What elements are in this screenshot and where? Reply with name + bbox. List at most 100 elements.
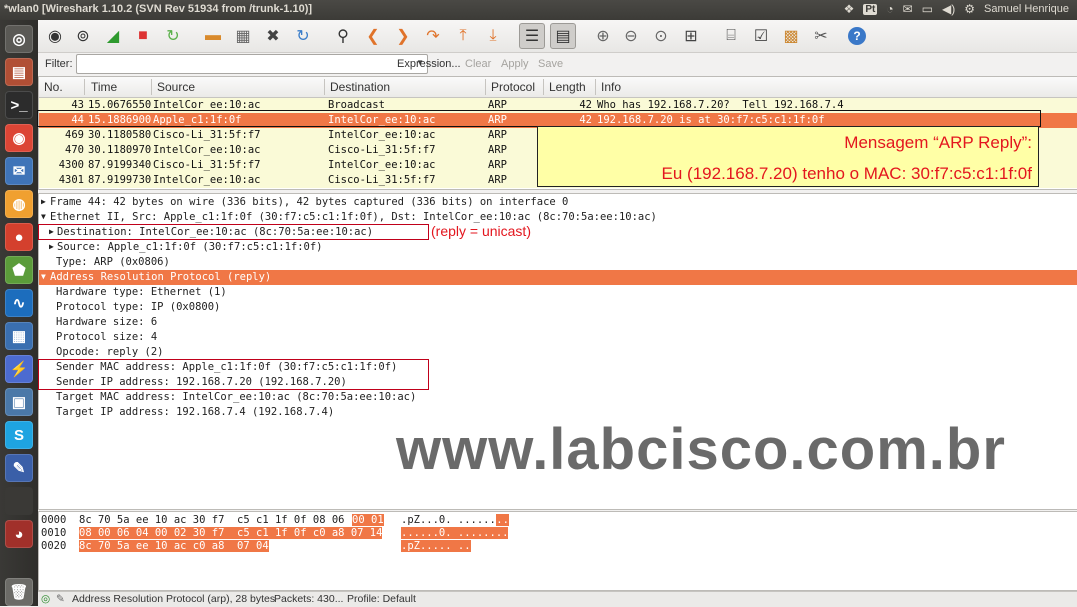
status-bar: ◎ ✎ Address Resolution Protocol (arp), 2… [38,591,1077,607]
detail-line[interactable]: Type: ARP (0x0806) [39,255,1077,270]
gns3-icon[interactable]: ⬟ [5,256,33,284]
system-tray: ❖ Pt ◔ ✉ ▭ ◀) ⚙ Samuel Henrique [844,2,1069,16]
volume-icon[interactable]: ◀) [942,2,955,16]
detail-line[interactable]: ▼ Address Resolution Protocol (reply) [39,270,1077,285]
last-packet-icon[interactable]: ⤓ [482,25,504,47]
detail-line[interactable]: ▶ Frame 44: 42 bytes on wire (336 bits), … [39,195,1077,210]
detail-line[interactable]: Protocol size: 4 [39,330,1077,345]
terminal-icon[interactable]: >_ [5,91,33,119]
ubuntu-dash-icon[interactable]: ◎ [5,25,33,53]
detail-line[interactable]: ▶ Source: Apple_c1:1f:0f (30:f7:c5:c1:1f:… [39,240,1077,255]
status-profile[interactable]: Profile: Default [347,593,416,605]
blank-icon[interactable] [5,487,33,515]
resize-columns-icon[interactable]: ⊞ [680,25,702,47]
wifi-icon[interactable]: ◔ [886,2,893,16]
hex-bytes-selected: 00 01 [352,514,384,526]
detail-line[interactable]: Hardware size: 6 [39,315,1077,330]
software-center-icon[interactable]: ● [5,223,33,251]
collapse-arrow-icon[interactable]: ▼ [41,272,46,281]
keyboard-layout-indicator[interactable]: Pt [863,3,878,15]
expert-info-icon[interactable]: ◎ [41,593,50,605]
column-destination[interactable]: Destination [330,80,390,94]
hex-ascii-selected: ......0. ........ [401,527,509,539]
column-protocol[interactable]: Protocol [491,80,535,94]
detail-text: Address Resolution Protocol (reply) [50,271,272,283]
capture-filters-icon[interactable]: ⌸ [720,25,742,47]
start-capture-icon[interactable]: ◢ [102,25,124,47]
detail-line[interactable]: Opcode: reply (2) [39,345,1077,360]
zoom-out-icon[interactable]: ⊖ [620,25,642,47]
packet-time: 87.9199340 [88,159,152,171]
find-packet-icon[interactable]: ⚲ [332,25,354,47]
column-time[interactable]: Time [91,80,117,94]
packet-no: 470 [65,144,84,156]
remote-desktop-icon[interactable]: ▣ [5,388,33,416]
save-file-icon[interactable]: ▦ [232,25,254,47]
callout-line-2: Eu (192.168.7.20) tenho o MAC: 30:f7:c5:… [661,164,1032,183]
detail-line[interactable]: Hardware type: Ethernet (1) [39,285,1077,300]
help-icon[interactable]: ? [848,27,866,45]
colorize-icon[interactable]: ☰ [519,23,545,49]
column-info[interactable]: Info [601,80,621,94]
detail-text: Hardware size: 6 [56,316,158,328]
mail-icon[interactable]: ✉ [903,2,913,16]
close-icon[interactable]: ✖ [262,25,284,47]
expression-button[interactable]: Expression... [397,58,461,70]
packet-protocol: ARP [488,129,507,141]
detail-text: Frame 44: 42 bytes on wire (336 bits), 4… [50,196,569,208]
first-packet-icon[interactable]: ⤒ [452,25,474,47]
watermark: www.labcisco.com.br [396,417,1006,482]
expand-arrow-icon[interactable]: ▶ [41,197,46,206]
filter-input[interactable]: ▼ [76,54,428,74]
gear-icon[interactable]: ⚙ [964,2,975,16]
expand-arrow-icon[interactable]: ▶ [49,242,54,251]
save-button[interactable]: Save [538,58,563,70]
files-icon[interactable]: ▤ [5,58,33,86]
hex-bytes-selected: 08 00 06 04 00 02 30 f7 c5 c1 1f 0f c0 a… [79,527,383,539]
wireshark-icon[interactable]: ∿ [5,289,33,317]
packet-source: IntelCor_ee:10:ac [153,144,261,156]
zoom-in-icon[interactable]: ⊕ [592,25,614,47]
interfaces-icon[interactable]: ◉ [44,25,66,47]
dropbox-icon[interactable]: ❖ [844,2,855,16]
user-name[interactable]: Samuel Henrique [984,3,1069,15]
screensaver-icon[interactable]: ◕ [5,520,33,548]
status-packets[interactable]: Packets: 430... [274,593,343,605]
system-monitor-icon[interactable]: ▦ [5,322,33,350]
open-file-icon[interactable]: ▬ [202,25,224,47]
chrome-icon[interactable]: ◉ [5,124,33,152]
restart-capture-icon[interactable]: ↻ [162,25,184,47]
go-forward-icon[interactable]: ❯ [392,25,414,47]
detail-line[interactable]: ▼ Ethernet II, Src: Apple_c1:1f:0f (30:f7… [39,210,1077,225]
reload-icon[interactable]: ↻ [292,25,314,47]
detail-line[interactable]: Protocol type: IP (0x0800) [39,300,1077,315]
skype-icon[interactable]: S [5,421,33,449]
go-back-icon[interactable]: ❮ [362,25,384,47]
normal-size-icon[interactable]: ⊙ [650,25,672,47]
trash-icon[interactable]: 🗑 [5,578,33,606]
auto-scroll-icon[interactable]: ▤ [550,23,576,49]
thunderbird-icon[interactable]: ✉ [5,157,33,185]
editor-icon[interactable]: ✎ [5,454,33,482]
clear-button[interactable]: Clear [465,58,491,70]
apply-button[interactable]: Apply [501,58,529,70]
coloring-rules-icon[interactable]: ▩ [780,25,802,47]
detail-line[interactable]: Target MAC address: IntelCor_ee:10:ac (8… [39,390,1077,405]
system-top-bar: *wlan0 [Wireshark 1.10.2 (SVN Rev 51934 … [0,0,1077,20]
go-to-packet-icon[interactable]: ↷ [422,25,444,47]
network-tool-icon[interactable]: ⚡ [5,355,33,383]
packet-bytes[interactable]: 0000 8c 70 5a ee 10 ac 30 f7 c5 c1 1f 0f … [38,511,1077,591]
collapse-arrow-icon[interactable]: ▼ [41,212,46,221]
stop-capture-icon[interactable]: ■ [132,25,154,47]
column-source[interactable]: Source [157,80,195,94]
display-filters-icon[interactable]: ☑ [750,25,772,47]
preferences-icon[interactable]: ✂ [810,25,832,47]
packet-no: 4301 [58,174,84,186]
capture-options-icon[interactable]: ⊚ [72,25,94,47]
battery-icon[interactable]: ▭ [922,2,933,16]
column-length[interactable]: Length [549,80,586,94]
column-no[interactable]: No. [44,80,63,94]
main-toolbar: ◉ ⊚ ◢ ■ ↻ ▬ ▦ ✖ ↻ ⚲ ❮ ❯ ↷ ⤒ ⤓ ☰ ▤ ⊕ ⊖ ⊙ … [38,20,1077,53]
packettracer-icon[interactable]: ◍ [5,190,33,218]
edit-comment-icon[interactable]: ✎ [56,593,65,605]
